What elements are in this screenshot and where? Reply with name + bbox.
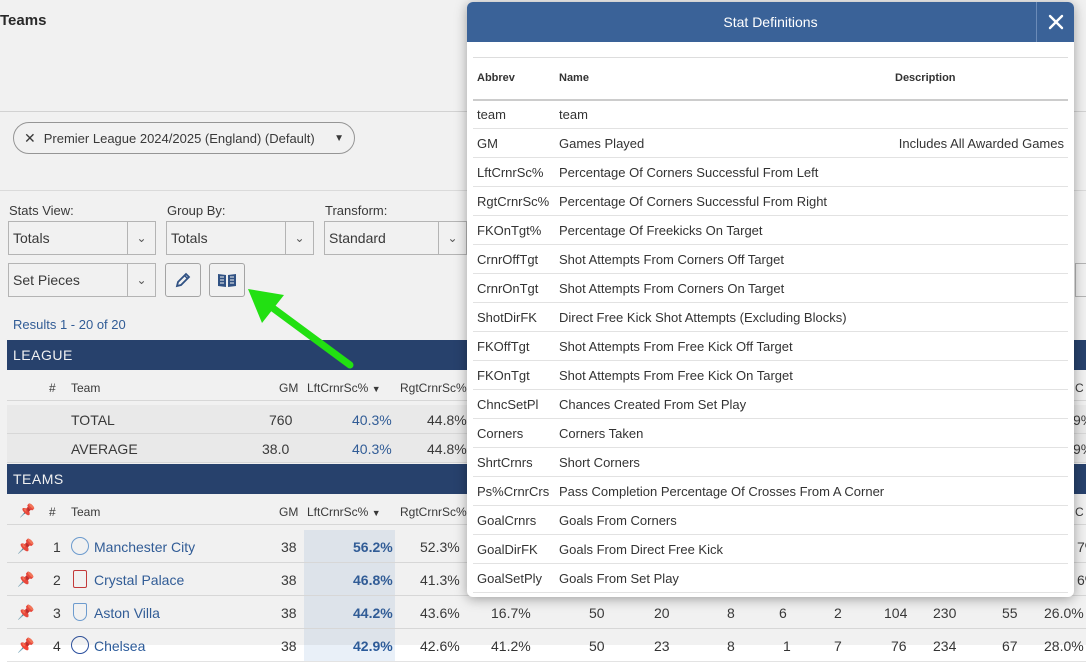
- definition-abbrev: Ps%CrnrCrs: [473, 476, 555, 506]
- definition-name: Direct Free Kick Shot Attempts (Excludin…: [555, 302, 891, 332]
- definition-row: Ps%CrnrCrs Pass Completion Percentage Of …: [473, 476, 1068, 506]
- definition-name: Short Corners: [555, 447, 891, 477]
- definition-description: [891, 563, 1068, 593]
- definition-row: ChncSetPl Chances Created From Set Play: [473, 389, 1068, 419]
- definition-name: Shot Attempts From Corners Off Target: [555, 244, 891, 274]
- definition-name: team: [555, 99, 891, 129]
- definition-abbrev: GoalSetPly: [473, 563, 555, 593]
- col-name-header: Name: [555, 57, 891, 101]
- definition-row: GoalSetPly Goals From Set Play: [473, 563, 1068, 593]
- definitions-body: team team GM Games Played Includes All Award…: [473, 99, 1068, 593]
- definition-description: [891, 331, 1068, 361]
- definition-name: Percentage Of Corners Successful From Ri…: [555, 186, 891, 216]
- definition-description: [891, 302, 1068, 332]
- definition-description: [891, 186, 1068, 216]
- definition-row: GoalDirFK Goals From Direct Free Kick: [473, 534, 1068, 564]
- close-button[interactable]: [1036, 2, 1074, 42]
- definition-row: LftCrnrSc% Percentage Of Corners Successf…: [473, 157, 1068, 187]
- definition-description: [891, 476, 1068, 506]
- definition-row: RgtCrnrSc% Percentage Of Corners Successf…: [473, 186, 1068, 216]
- definition-row: CrnrOnTgt Shot Attempts From Corners On T…: [473, 273, 1068, 303]
- definition-abbrev: CrnrOffTgt: [473, 244, 555, 274]
- annotation-arrow-icon: [248, 289, 354, 369]
- stat-definitions-modal: Stat Definitions Abbrev Name Description…: [467, 2, 1074, 597]
- definition-abbrev: GoalCrnrs: [473, 505, 555, 535]
- definition-row: team team: [473, 99, 1068, 129]
- definition-abbrev: ShotDirFK: [473, 302, 555, 332]
- definition-abbrev: Corners: [473, 418, 555, 448]
- definition-abbrev: FKOnTgt%: [473, 215, 555, 245]
- stat-definitions-table: Abbrev Name Description team team GM Games …: [473, 57, 1068, 593]
- definitions-header-row: Abbrev Name Description: [473, 57, 1068, 101]
- definition-description: [891, 360, 1068, 390]
- definition-abbrev: ChncSetPl: [473, 389, 555, 419]
- definition-name: Goals From Direct Free Kick: [555, 534, 891, 564]
- definition-abbrev: LftCrnrSc%: [473, 157, 555, 187]
- definition-row: FKOnTgt% Percentage Of Freekicks On Targe…: [473, 215, 1068, 245]
- definition-description: [891, 389, 1068, 419]
- definition-abbrev: GoalDirFK: [473, 534, 555, 564]
- definition-name: Games Played: [555, 128, 891, 158]
- close-icon: [1048, 14, 1063, 30]
- definition-description: [891, 505, 1068, 535]
- definition-name: Pass Completion Percentage Of Crosses Fr…: [555, 476, 891, 506]
- definition-abbrev: team: [473, 99, 555, 129]
- definition-row: CrnrOffTgt Shot Attempts From Corners Off…: [473, 244, 1068, 274]
- definition-description: [891, 99, 1068, 129]
- definition-abbrev: FKOnTgt: [473, 360, 555, 390]
- col-description-header: Description: [891, 57, 1068, 101]
- definition-name: Shot Attempts From Free Kick On Target: [555, 360, 891, 390]
- definition-abbrev: ShrtCrnrs: [473, 447, 555, 477]
- definition-row: Corners Corners Taken: [473, 418, 1068, 448]
- definition-name: Percentage Of Freekicks On Target: [555, 215, 891, 245]
- definition-name: Shot Attempts From Corners On Target: [555, 273, 891, 303]
- modal-header: Stat Definitions: [467, 2, 1074, 42]
- definition-row: ShrtCrnrs Short Corners: [473, 447, 1068, 477]
- definition-name: Chances Created From Set Play: [555, 389, 891, 419]
- definition-abbrev: RgtCrnrSc%: [473, 186, 555, 216]
- col-abbrev-header: Abbrev: [473, 57, 555, 101]
- definition-abbrev: FKOffTgt: [473, 331, 555, 361]
- definition-description: [891, 157, 1068, 187]
- definition-name: Goals From Corners: [555, 505, 891, 535]
- definition-description: [891, 418, 1068, 448]
- modal-title: Stat Definitions: [723, 14, 818, 30]
- definition-description: [891, 215, 1068, 245]
- definition-description: [891, 273, 1068, 303]
- definition-name: Percentage Of Corners Successful From Le…: [555, 157, 891, 187]
- definition-row: FKOnTgt Shot Attempts From Free Kick On T…: [473, 360, 1068, 390]
- definition-description: [891, 447, 1068, 477]
- definition-name: Goals From Set Play: [555, 563, 891, 593]
- definition-name: Shot Attempts From Free Kick Off Target: [555, 331, 891, 361]
- definition-description: Includes All Awarded Games: [891, 128, 1068, 158]
- definition-row: ShotDirFK Direct Free Kick Shot Attempts …: [473, 302, 1068, 332]
- definition-row: FKOffTgt Shot Attempts From Free Kick Off…: [473, 331, 1068, 361]
- definition-row: GoalCrnrs Goals From Corners: [473, 505, 1068, 535]
- definition-description: [891, 534, 1068, 564]
- definition-abbrev: GM: [473, 128, 555, 158]
- definition-abbrev: CrnrOnTgt: [473, 273, 555, 303]
- definition-name: Corners Taken: [555, 418, 891, 448]
- definition-description: [891, 244, 1068, 274]
- definition-row: GM Games Played Includes All Awarded Games: [473, 128, 1068, 158]
